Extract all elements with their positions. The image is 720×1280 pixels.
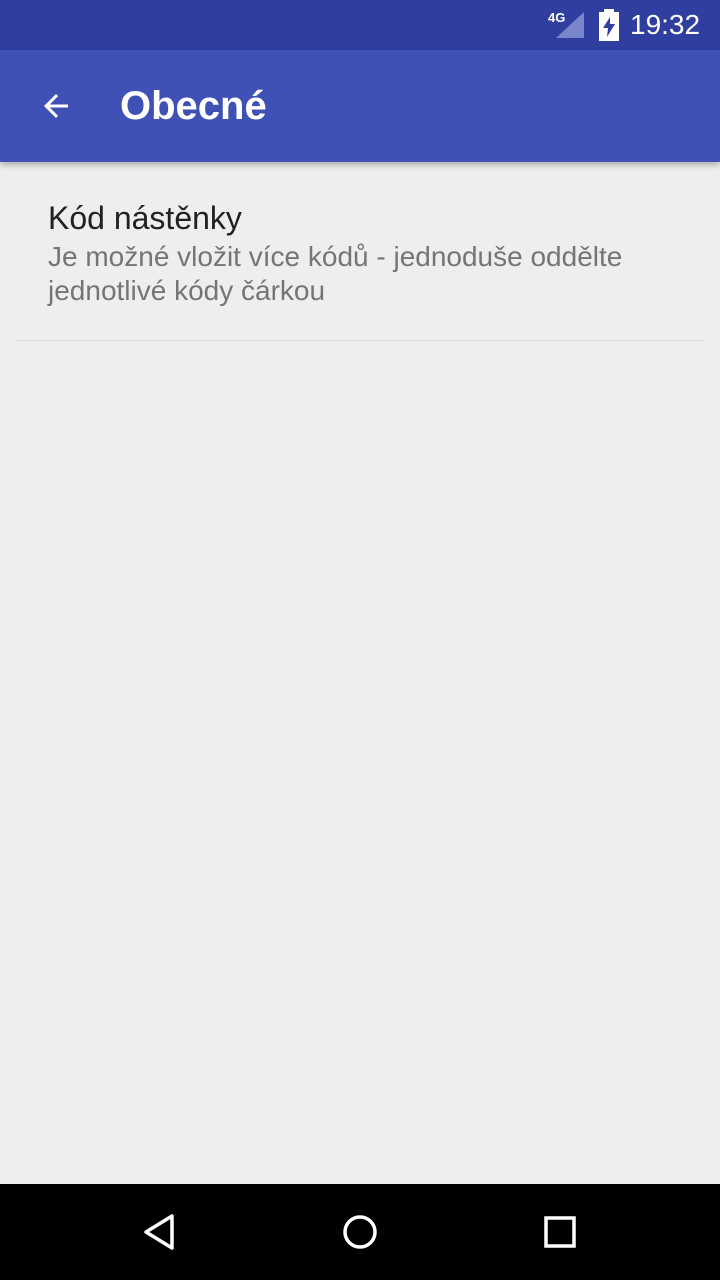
nav-home-button[interactable] bbox=[320, 1192, 400, 1272]
settings-screen: 4G 19:32 Obecné Kód nástěnky Je možné vl… bbox=[0, 0, 720, 1280]
navigation-bar bbox=[0, 1184, 720, 1280]
preference-title: Kód nástěnky bbox=[48, 200, 242, 236]
back-button[interactable] bbox=[16, 66, 96, 146]
status-time: 19:32 bbox=[630, 9, 701, 40]
divider bbox=[16, 340, 704, 341]
nav-recents-button[interactable] bbox=[520, 1192, 600, 1272]
nav-back-icon bbox=[144, 1214, 174, 1250]
network-indicator: 4G bbox=[548, 10, 588, 40]
preference-list: Kód nástěnky Je možné vložit více kódů -… bbox=[0, 162, 720, 1184]
nav-back-button[interactable] bbox=[120, 1192, 200, 1272]
nav-home-icon bbox=[343, 1215, 377, 1249]
arrow-back-icon bbox=[44, 94, 68, 118]
preference-summary: Je možné vložit více kódů - jednoduše od… bbox=[48, 241, 623, 306]
battery-charging-icon bbox=[599, 9, 619, 41]
page-title: Obecné bbox=[120, 84, 267, 128]
preference-item-board-code[interactable]: Kód nástěnky Je možné vložit více kódů -… bbox=[0, 162, 720, 340]
nav-recents-icon bbox=[544, 1216, 576, 1248]
signal-icon bbox=[556, 12, 584, 38]
status-bar: 4G 19:32 bbox=[0, 0, 720, 50]
app-toolbar: Obecné bbox=[0, 50, 720, 162]
